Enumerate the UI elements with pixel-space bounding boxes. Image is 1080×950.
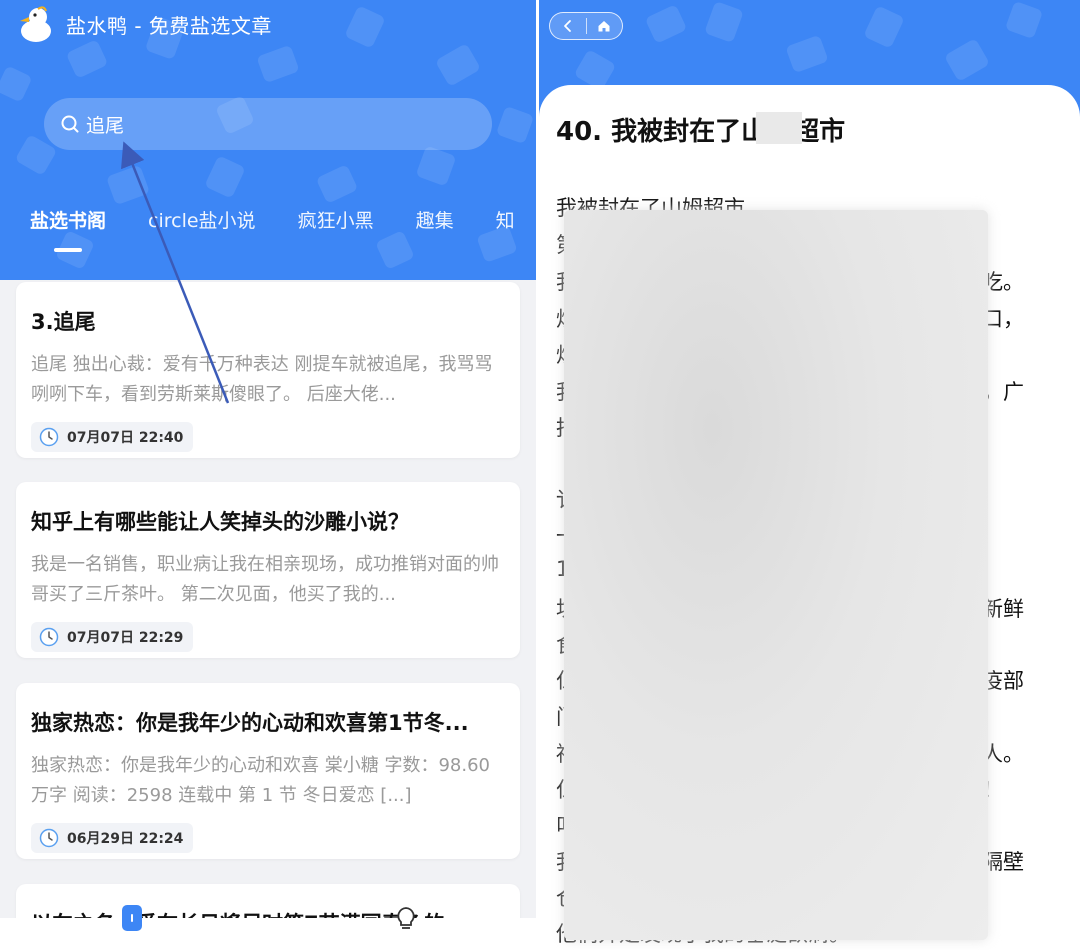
card-excerpt: 我是一名销售，职业病让我在相亲现场，成功推销对面的帅哥买了三斤茶叶。 第二次见面… bbox=[31, 554, 499, 605]
tab-quji[interactable]: 趣集 bbox=[416, 206, 454, 233]
app-title: 盐水鸭 - 免费盐选文章 bbox=[66, 13, 272, 38]
card-date-badge: 07月07日 22:29 bbox=[31, 622, 194, 652]
article-line-end: 隔壁 bbox=[982, 850, 1024, 874]
clock-icon bbox=[39, 427, 59, 447]
card-excerpt: 追尾 独出心裁：爱有千万种表达 刚提车就被追尾，我骂骂咧咧下车，看到劳斯莱斯傻眼… bbox=[31, 354, 493, 405]
article-line-end: 口， bbox=[982, 307, 1024, 331]
tab-fengkuang-xiaohei[interactable]: 疯狂小黑 bbox=[298, 206, 374, 233]
nav-capsule bbox=[549, 12, 623, 40]
chevron-left-icon bbox=[563, 20, 571, 32]
search-input[interactable]: 追尾 bbox=[44, 98, 492, 150]
redaction-mask bbox=[756, 112, 802, 144]
card-date: 07月07日 22:40 bbox=[67, 430, 184, 446]
nav-book-icon[interactable] bbox=[122, 905, 142, 931]
card-title: 知乎上有哪些能让人笑掉头的沙雕小说？ bbox=[31, 510, 409, 534]
lightbulb-icon[interactable] bbox=[394, 906, 418, 932]
article-card[interactable]: 3.追尾 追尾 独出心裁：爱有千万种表达 刚提车就被追尾，我骂骂咧咧下车，看到劳… bbox=[16, 282, 520, 458]
card-date: 06月29日 22:24 bbox=[67, 831, 184, 847]
home-button[interactable] bbox=[586, 13, 622, 39]
tab-zhi[interactable]: 知 bbox=[496, 206, 515, 233]
bottom-nav bbox=[0, 918, 536, 950]
category-tabs: 盐选书阁 circle盐小说 疯狂小黑 趣集 知 bbox=[30, 206, 536, 233]
article-line-end: 人。 bbox=[982, 742, 1024, 766]
article-line-end: 新鲜 bbox=[982, 597, 1024, 621]
left-panel: 盐水鸭 - 免费盐选文章 追尾 盐选书阁 circle盐小说 疯狂小黑 趣集 知… bbox=[0, 0, 536, 950]
search-query: 追尾 bbox=[86, 114, 125, 137]
article-card[interactable]: 知乎上有哪些能让人笑掉头的沙雕小说？ 我是一名销售，职业病让我在相亲现场，成功推… bbox=[16, 482, 520, 658]
back-button[interactable] bbox=[550, 13, 586, 39]
tab-circle[interactable]: circle盐小说 bbox=[148, 206, 256, 233]
header-banner: 盐水鸭 - 免费盐选文章 追尾 盐选书阁 circle盐小说 疯狂小黑 趣集 知 bbox=[0, 0, 536, 280]
card-date-badge: 06月29日 22:24 bbox=[31, 823, 194, 853]
tab-yanxuan-shuge[interactable]: 盐选书阁 bbox=[30, 206, 106, 233]
app-bar: 盐水鸭 - 免费盐选文章 bbox=[16, 6, 272, 42]
card-date: 07月07日 22:29 bbox=[67, 630, 184, 646]
article-line-end: 疫部 bbox=[982, 669, 1024, 693]
search-icon bbox=[61, 115, 79, 133]
article-card[interactable]: 独家热恋：你是我年少的心动和欢喜第1节冬... 独家热恋：你是我年少的心动和欢喜… bbox=[16, 683, 520, 859]
article-line-end: ，广 bbox=[982, 380, 1024, 404]
card-excerpt: 独家热恋：你是我年少的心动和欢喜 棠小糖 字数：98.60万字 阅读：2598 … bbox=[31, 755, 490, 806]
article-line-end: 吃。 bbox=[982, 270, 1024, 294]
clock-icon bbox=[39, 828, 59, 848]
card-date-badge: 07月07日 22:40 bbox=[31, 422, 194, 452]
clock-icon bbox=[39, 627, 59, 647]
duck-logo-icon bbox=[20, 6, 51, 42]
card-title: 独家热恋：你是我年少的心动和欢喜第1节冬... bbox=[31, 711, 469, 735]
card-title: 3.追尾 bbox=[31, 310, 96, 334]
home-icon bbox=[598, 21, 610, 32]
blur-redaction-overlay bbox=[564, 210, 988, 940]
